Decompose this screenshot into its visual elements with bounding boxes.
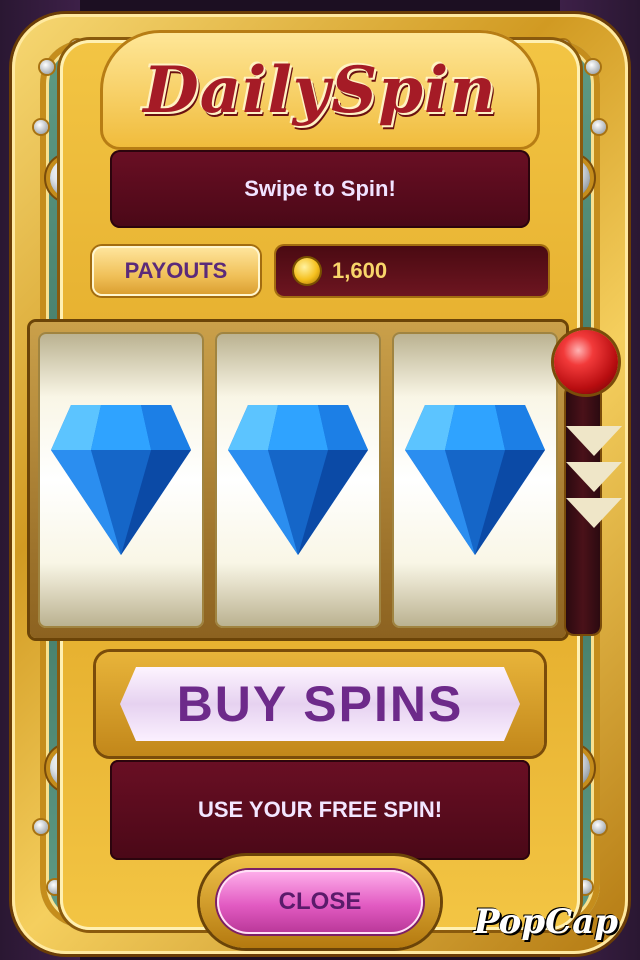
reels-area[interactable] xyxy=(30,322,566,638)
lever-handle[interactable] xyxy=(554,330,618,394)
stud-icon xyxy=(34,120,48,134)
buy-spins-button[interactable]: BUY SPINS xyxy=(96,652,544,756)
blue-diamond-icon xyxy=(405,405,545,555)
buy-spins-label: BUY SPINS xyxy=(176,676,464,732)
blue-diamond-icon xyxy=(228,405,368,555)
stud-icon xyxy=(592,820,606,834)
stud-icon xyxy=(34,820,48,834)
buy-spins-plate: BUY SPINS xyxy=(120,667,520,741)
arrow-down-icon xyxy=(566,462,622,492)
close-label: CLOSE xyxy=(278,888,362,915)
payouts-button[interactable]: PAYOUTS xyxy=(92,246,260,296)
coin-balance-display: 1,600 xyxy=(276,246,548,296)
daily-spin-title: DailySpin xyxy=(100,30,540,150)
arrow-down-icon xyxy=(566,426,622,456)
instruction-plate: Swipe to Spin! xyxy=(110,150,530,228)
blue-diamond-icon xyxy=(51,405,191,555)
stud-icon xyxy=(40,60,54,74)
stud-icon xyxy=(578,880,592,894)
arrow-down-icon xyxy=(566,498,622,528)
title-text: DailySpin xyxy=(143,52,497,128)
free-spin-plate: USE YOUR FREE SPIN! xyxy=(110,760,530,860)
payouts-label: PAYOUTS xyxy=(124,258,228,283)
stud-icon xyxy=(592,120,606,134)
stud-icon xyxy=(586,60,600,74)
reel-1[interactable] xyxy=(38,332,204,628)
free-spin-text: USE YOUR FREE SPIN! xyxy=(197,797,443,822)
popcap-logo: PopCap xyxy=(474,902,618,942)
swipe-instruction: Swipe to Spin! xyxy=(244,176,396,201)
close-button-holder: CLOSE xyxy=(200,856,440,948)
reel-2[interactable] xyxy=(215,332,381,628)
coin-icon xyxy=(294,258,320,284)
close-button[interactable]: CLOSE xyxy=(217,870,423,934)
reel-3[interactable] xyxy=(392,332,558,628)
coin-balance: 1,600 xyxy=(332,258,388,283)
